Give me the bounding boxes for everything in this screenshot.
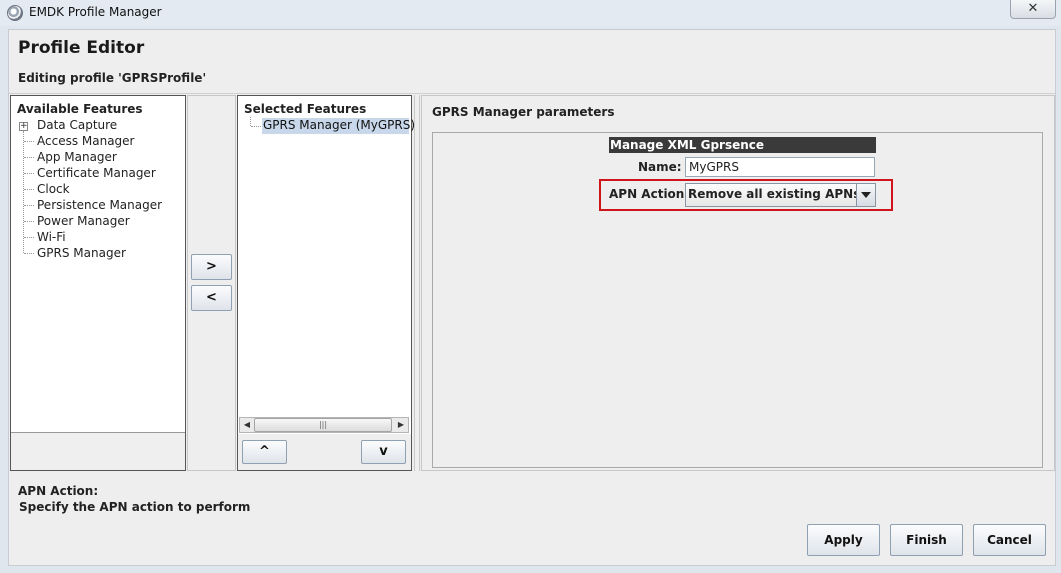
add-feature-button[interactable]: > [191,254,232,280]
move-up-button[interactable]: ^ [242,440,287,464]
tree-branch [24,157,34,158]
apply-button[interactable]: Apply [807,524,880,556]
cancel-button[interactable]: Cancel [973,524,1046,556]
tree-branch [24,237,34,238]
apn-action-label: APN Action: [609,187,690,201]
transfer-button-strip [187,95,236,471]
editing-profile-label: Editing profile 'GPRSProfile' [18,71,207,85]
expand-icon[interactable]: + [19,122,28,131]
feature-item-persistence-manager[interactable]: Persistence Manager [37,198,162,212]
tree-branch [24,205,34,206]
scroll-right-icon[interactable]: ▶ [394,418,408,432]
feature-item-certificate-manager[interactable]: Certificate Manager [37,166,156,180]
feature-item-wifi[interactable]: Wi-Fi [37,230,66,244]
section-header: Manage XML Gprsence [609,137,876,153]
tree-branch [24,173,34,174]
close-button[interactable]: ✕ [1010,0,1056,19]
feature-item-app-manager[interactable]: App Manager [37,150,117,164]
tree-branch [24,189,34,190]
selected-features-heading: Selected Features [244,102,367,116]
tree-branch [24,141,34,142]
feature-item-power-manager[interactable]: Power Manager [37,214,130,228]
chevron-down-icon [861,192,871,198]
finish-button[interactable]: Finish [890,524,963,556]
selected-feature-item[interactable]: GPRS Manager (MyGPRS) [263,118,415,132]
help-title: APN Action: [18,484,99,498]
scroll-thumb[interactable]: ||| [254,418,392,432]
available-panel-footer [11,432,185,470]
tree-branch [24,253,34,254]
move-down-button[interactable]: v [361,440,406,464]
name-field[interactable] [685,157,875,177]
page-title: Profile Editor [18,38,145,58]
scroll-left-icon[interactable]: ◀ [240,418,254,432]
remove-feature-button[interactable]: < [191,285,232,311]
help-description: Specify the APN action to perform [19,500,251,514]
available-features-heading: Available Features [17,102,143,116]
selected-features-panel [237,95,412,471]
split-pane-divider[interactable] [414,95,420,471]
tree-guide-line [23,131,24,253]
feature-item-access-manager[interactable]: Access Manager [37,134,135,148]
apn-action-value: Remove all existing APNs [688,187,861,201]
name-label: Name: [638,160,682,174]
tree-branch [251,126,261,127]
app-icon [7,5,23,21]
feature-item-data-capture[interactable]: Data Capture [37,118,117,132]
tree-guide-line [250,117,251,126]
window-title: EMDK Profile Manager [29,5,162,19]
tree-branch [24,221,34,222]
feature-item-gprs-manager[interactable]: GPRS Manager [37,246,126,260]
parameters-title: GPRS Manager parameters [432,105,615,119]
feature-item-clock[interactable]: Clock [37,182,70,196]
close-icon: ✕ [1027,1,1039,16]
